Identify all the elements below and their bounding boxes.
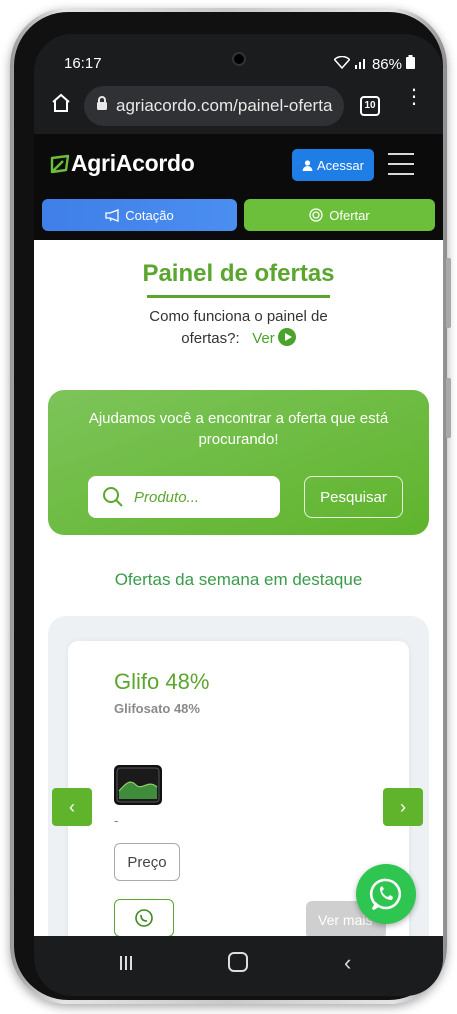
how-it-works: Como funciona o painel de ofertas?: Ver xyxy=(34,306,443,350)
how-link-label: Ver xyxy=(252,330,275,347)
tab-cotacao-label: Cotação xyxy=(125,207,174,223)
address-bar[interactable]: agriacordo.com/painel-oferta xyxy=(84,86,344,126)
power-button xyxy=(446,378,451,438)
whatsapp-float-icon xyxy=(369,878,402,911)
battery-icon xyxy=(406,55,415,73)
browser-toolbar: agriacordo.com/painel-oferta 10 ⋮ xyxy=(34,80,443,134)
url-text: agriacordo.com/painel-oferta xyxy=(116,96,333,115)
search-icon xyxy=(103,487,123,507)
offer-subtitle: Glifosato 48% xyxy=(114,701,200,716)
carousel-prev-button[interactable]: ‹ xyxy=(52,788,92,826)
whatsapp-float-button[interactable] xyxy=(356,864,416,924)
offer-detail: - xyxy=(114,813,119,828)
page-content: Painel de ofertas Como funciona o painel… xyxy=(34,240,443,936)
site-header: AgriAcordo Acessar xyxy=(34,134,443,196)
status-bar: 16:17 86% xyxy=(34,34,443,80)
tab-cotacao[interactable]: Cotação xyxy=(42,199,237,231)
page-title: Painel de ofertas xyxy=(142,260,335,287)
recent-apps-icon[interactable] xyxy=(118,954,134,977)
home-nav-icon[interactable] xyxy=(228,952,248,972)
front-camera xyxy=(232,52,246,66)
brand-name: AgriAcordo xyxy=(71,150,195,176)
search-panel: Ajudamos você a encontrar a oferta que e… xyxy=(48,390,429,535)
play-icon xyxy=(277,328,296,346)
user-icon xyxy=(302,159,313,171)
tab-ofertar-label: Ofertar xyxy=(329,207,370,223)
offer-name: Glifo 48% xyxy=(114,669,210,694)
login-label: Acessar xyxy=(317,157,364,173)
product-chart-thumbnail xyxy=(114,765,162,805)
status-time: 16:17 xyxy=(64,55,102,72)
tab-ofertar[interactable]: Ofertar xyxy=(244,199,435,231)
product-search-input[interactable]: Produto... xyxy=(88,476,280,518)
carousel-next-button[interactable]: › xyxy=(383,788,423,826)
megaphone-icon xyxy=(105,208,119,222)
how-line-2: ofertas?: xyxy=(181,330,240,347)
target-icon xyxy=(309,208,323,222)
home-icon[interactable] xyxy=(50,92,72,119)
android-nav-bar: ‹ xyxy=(34,936,443,996)
leaf-icon xyxy=(50,154,70,173)
status-icons: 86% xyxy=(333,55,415,73)
action-tabs: Cotação Ofertar xyxy=(34,196,443,240)
brand-logo[interactable]: AgriAcordo xyxy=(49,150,195,177)
wifi-icon xyxy=(333,55,351,73)
tab-switcher-button[interactable]: 10 xyxy=(360,96,380,116)
how-link[interactable]: Ver xyxy=(252,328,296,347)
search-heading: Ajudamos você a encontrar a oferta que e… xyxy=(88,410,389,448)
lock-icon xyxy=(96,96,108,116)
battery-percent: 86% xyxy=(371,55,402,73)
search-button[interactable]: Pesquisar xyxy=(304,476,403,518)
search-placeholder: Produto... xyxy=(134,488,200,506)
title-underline xyxy=(147,295,330,298)
signal-icon xyxy=(354,56,368,73)
highlights-title: Ofertas da semana em destaque xyxy=(114,570,363,589)
back-icon[interactable]: ‹ xyxy=(344,950,351,976)
more-menu-icon[interactable]: ⋮ xyxy=(404,87,424,107)
screen: 16:17 86% agriacordo.com/painel-oferta 1… xyxy=(34,34,443,996)
phone-frame: 16:17 86% agriacordo.com/painel-oferta 1… xyxy=(10,8,451,1004)
how-line-1: Como funciona o painel de xyxy=(149,308,328,325)
login-button[interactable]: Acessar xyxy=(292,149,374,181)
menu-icon[interactable] xyxy=(388,153,414,183)
whatsapp-contact-button[interactable] xyxy=(114,899,174,936)
price-button[interactable]: Preço xyxy=(114,843,180,881)
volume-button xyxy=(446,258,451,328)
whatsapp-icon xyxy=(135,909,153,927)
